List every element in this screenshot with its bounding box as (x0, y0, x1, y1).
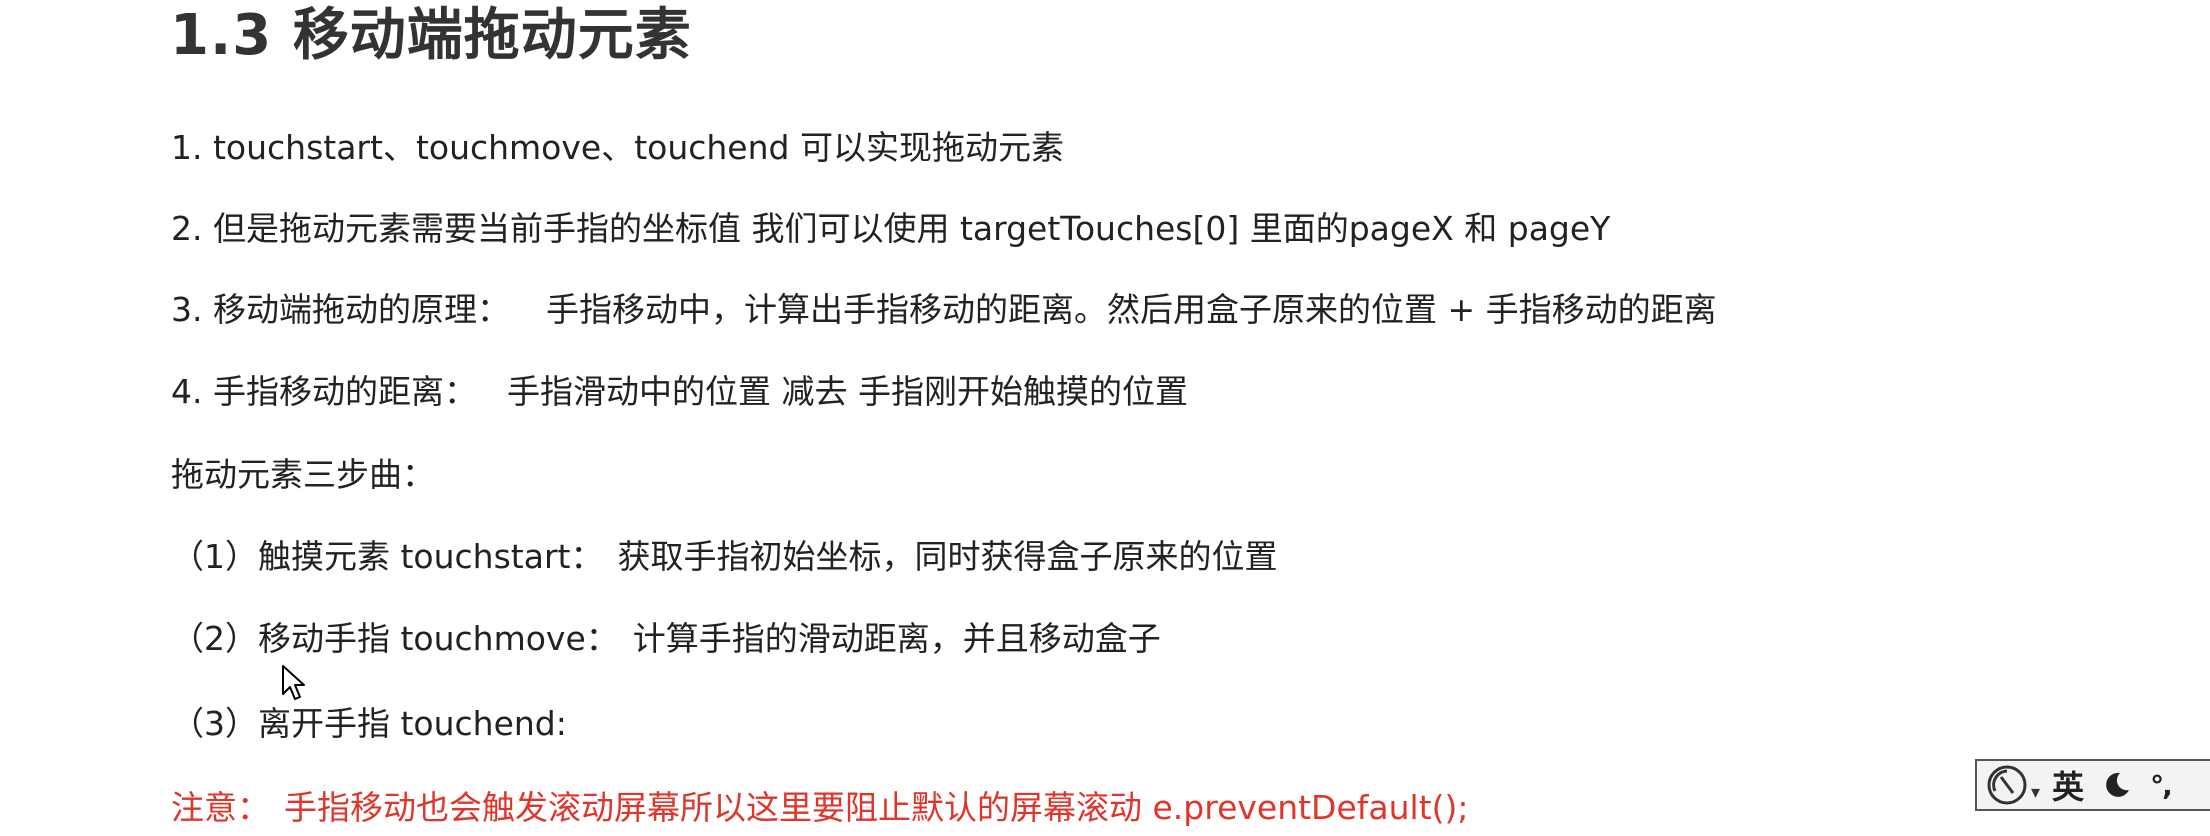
text-line-7: （2）移动手指 touchmove： 计算手指的滑动距离，并且移动盒子 (171, 617, 1161, 661)
note-line: 注意： 手指移动也会触发滚动屏幕所以这里要阻止默认的屏幕滚动 e.preventD… (171, 786, 1469, 830)
mouse-cursor-icon (282, 665, 305, 700)
ime-language-toggle[interactable]: 英 (2052, 762, 2084, 808)
line-8-text: （3）离开手指 touchend: (171, 704, 567, 743)
ime-toolbar[interactable]: ▾ 英 °, (1975, 759, 2210, 811)
half-moon-icon[interactable] (2102, 770, 2132, 800)
text-line-4: 4. 手指移动的距离： 手指滑动中的位置 减去 手指刚开始触摸的位置 (171, 370, 1188, 414)
line-1-text: 1. touchstart、touchmove、touchend 可以实现拖动元… (171, 128, 1064, 167)
text-line-6: （1）触摸元素 touchstart： 获取手指初始坐标，同时获得盒子原来的位置 (171, 535, 1277, 579)
line-6-text: 获取手指初始坐标，同时获得盒子原来的位置 (617, 537, 1278, 576)
text-line-3: 3. 移动端拖动的原理： 手指移动中，计算出手指移动的距离。然后用盒子原来的位置 … (171, 288, 1717, 332)
line-6-label: （1）触摸元素 touchstart： (171, 537, 604, 576)
ime-punctuation-toggle[interactable]: °, (2150, 769, 2173, 802)
note-text: 手指移动也会触发滚动屏幕所以这里要阻止默认的屏幕滚动 e.preventDefa… (284, 788, 1469, 827)
text-line-1: 1. touchstart、touchmove、touchend 可以实现拖动元… (171, 126, 1064, 170)
text-line-2: 2. 但是拖动元素需要当前手指的坐标值 我们可以使用 targetTouches… (171, 207, 1610, 251)
line-3-label: 3. 移动端拖动的原理： (171, 290, 510, 329)
line-7-text: 计算手指的滑动距离，并且移动盒子 (632, 619, 1161, 658)
ime-logo-icon[interactable] (1985, 763, 2029, 807)
line-4-label: 4. 手指移动的距离： (171, 372, 477, 411)
note-label: 注意： (171, 788, 270, 827)
text-line-8: （3）离开手指 touchend: (171, 702, 567, 746)
line-5-text: 拖动元素三步曲： (171, 455, 435, 494)
line-4-text: 手指滑动中的位置 减去 手指刚开始触摸的位置 (506, 372, 1188, 411)
line-3-text: 手指移动中，计算出手指移动的距离。然后用盒子原来的位置 + 手指移动的距离 (545, 290, 1717, 329)
line-7-label: （2）移动手指 touchmove： (171, 619, 619, 658)
ime-dot-icon: ▾ (2031, 781, 2041, 803)
presentation-slide: 1.3 移动端拖动元素 1. touchstart、touchmove、touc… (0, 0, 2210, 836)
slide-title: 1.3 移动端拖动元素 (170, 3, 692, 68)
text-line-5: 拖动元素三步曲： (171, 453, 435, 497)
line-2-text: 2. 但是拖动元素需要当前手指的坐标值 我们可以使用 targetTouches… (171, 209, 1611, 248)
